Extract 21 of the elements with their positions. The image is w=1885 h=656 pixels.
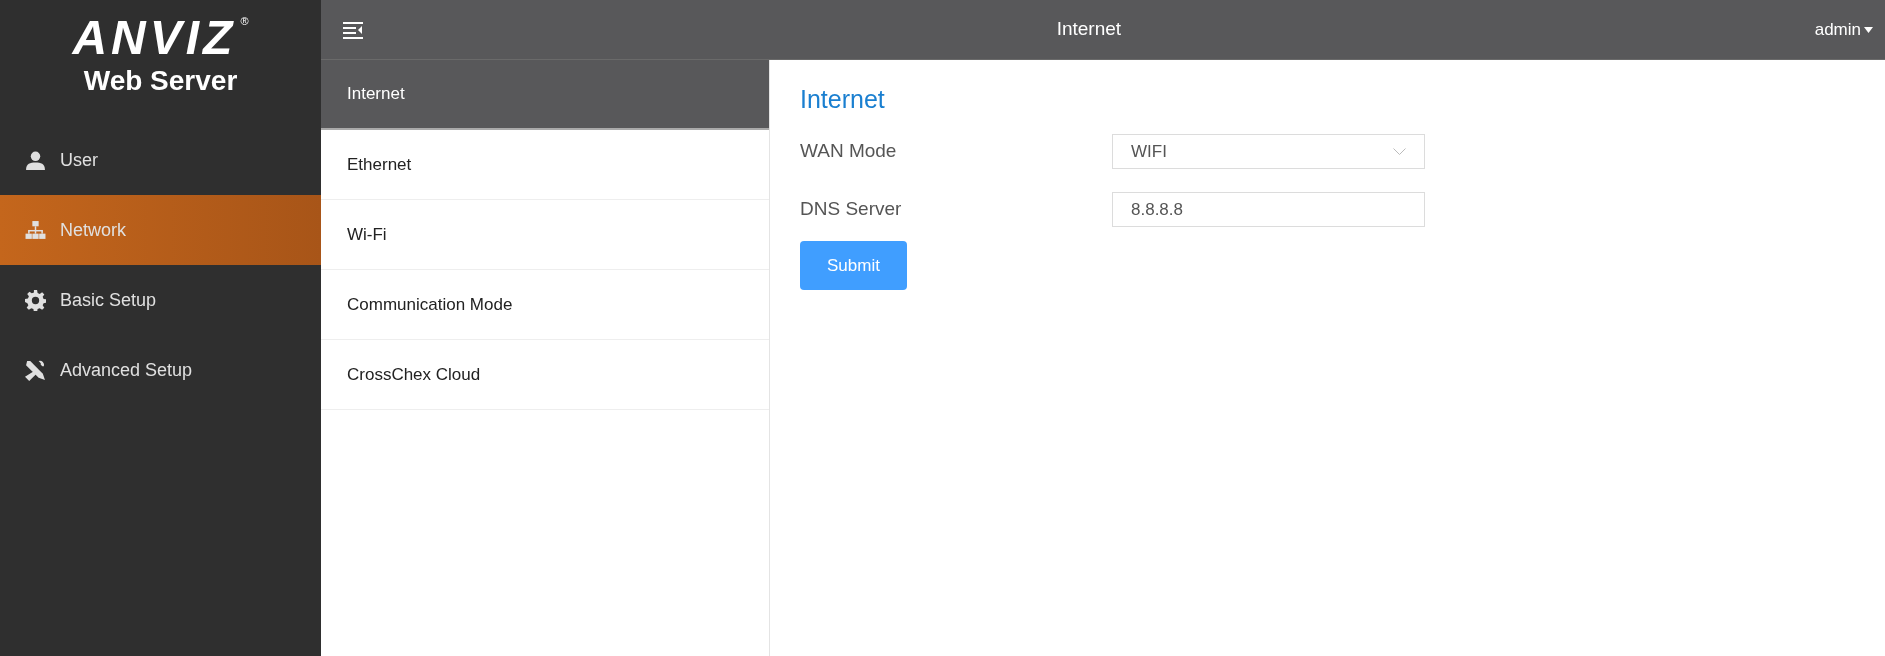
submenu-item[interactable]: Internet bbox=[321, 60, 769, 130]
chevron-down-icon bbox=[1393, 148, 1406, 155]
dropdown[interactable]: WIFI bbox=[1112, 134, 1425, 169]
gear-icon bbox=[25, 289, 46, 311]
registered-mark: ® bbox=[240, 14, 249, 28]
sidebar-item[interactable]: Advanced Setup bbox=[0, 335, 321, 405]
caret-icon bbox=[1864, 26, 1873, 33]
sidebar-item[interactable]: Basic Setup bbox=[0, 265, 321, 335]
network-icon bbox=[25, 219, 46, 241]
field-label: DNS Server bbox=[800, 197, 903, 222]
input-field[interactable]: 8.8.8.8 bbox=[1112, 192, 1425, 227]
tools-icon bbox=[25, 359, 46, 381]
page-title: Internet bbox=[1056, 17, 1122, 42]
logo-subtitle: Web Server bbox=[83, 64, 238, 98]
logo-wordmark: ANVIZ bbox=[72, 14, 237, 62]
section-title: Internet bbox=[800, 84, 886, 115]
field-label: WAN Mode bbox=[800, 139, 898, 164]
sidebar-item[interactable]: User bbox=[0, 125, 321, 195]
menu-collapse-icon[interactable] bbox=[343, 20, 363, 39]
user-menu[interactable]: admin bbox=[1814, 16, 1873, 43]
person-icon bbox=[25, 149, 46, 171]
